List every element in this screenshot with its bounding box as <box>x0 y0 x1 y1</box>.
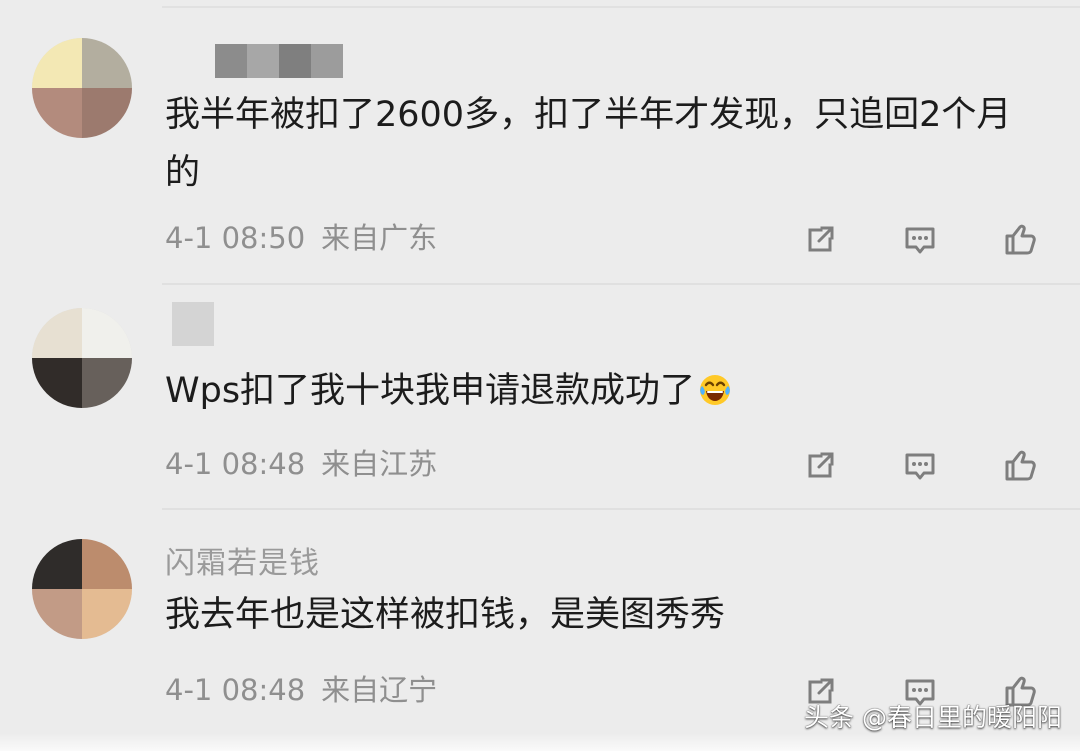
comment-time: 4-1 08:50 <box>165 221 306 255</box>
share-button[interactable] <box>798 444 842 488</box>
comment-text: Wps扣了我十块我申请退款成功了 <box>165 362 1040 420</box>
comment-icon <box>905 453 935 480</box>
masked-username <box>215 44 343 78</box>
comment-divider <box>162 283 1080 285</box>
like-button[interactable] <box>998 444 1042 488</box>
comment-button[interactable] <box>898 444 942 488</box>
thumb-up-icon <box>1005 450 1036 481</box>
laughing-crying-emoji <box>697 372 733 408</box>
comment-avatar[interactable] <box>32 308 132 408</box>
avatar-pixel-tile <box>82 88 132 138</box>
avatar-pixel-tile <box>82 38 132 88</box>
comment-time: 4-1 08:48 <box>165 447 306 481</box>
avatar-pixel-tile <box>82 358 132 408</box>
comment-meta: 4-1 08:48 来自辽宁 <box>165 673 437 707</box>
comment-item-1: 我半年被扣了2600多，扣了半年才发现，只追回2个月的 4-1 08:50 来自广… <box>0 0 1080 290</box>
comment-avatar[interactable] <box>32 38 132 138</box>
share-icon <box>808 452 834 478</box>
comment-location: 来自辽宁 <box>321 673 438 707</box>
comment-text: 我半年被扣了2600多，扣了半年才发现，只追回2个月的 <box>165 95 1012 193</box>
share-icon <box>808 226 834 252</box>
share-button[interactable] <box>798 218 842 262</box>
avatar-pixel-tile <box>32 589 82 639</box>
comment-icon <box>905 227 935 254</box>
comment-meta: 4-1 08:50 来自广东 <box>165 221 437 255</box>
comment-text-content: Wps扣了我十块我申请退款成功了 <box>165 371 696 411</box>
comment-location: 来自广东 <box>321 221 438 255</box>
comment-time: 4-1 08:48 <box>165 673 306 707</box>
like-button[interactable] <box>998 218 1042 262</box>
comment-avatar[interactable] <box>32 539 132 639</box>
avatar-pixel-tile <box>32 308 82 358</box>
thumb-up-icon <box>1005 224 1036 255</box>
comment-meta: 4-1 08:48 来自江苏 <box>165 447 437 481</box>
avatar-pixel-tile <box>82 308 132 358</box>
avatar-pixel-tile <box>82 589 132 639</box>
masked-username <box>172 302 214 346</box>
avatar-pixel-tile <box>82 539 132 589</box>
comment-item-2: Wps扣了我十块我申请退款成功了 4-1 08:48 来自江苏 <box>0 286 1080 506</box>
comment-button[interactable] <box>898 218 942 262</box>
comment-username: 闪霜若是钱 <box>165 546 320 581</box>
comment-text: 我去年也是这样被扣钱，是美图秀秀 <box>165 595 726 635</box>
avatar-pixel-tile <box>32 358 82 408</box>
avatar-pixel-tile <box>32 539 82 589</box>
avatar-pixel-tile <box>32 38 82 88</box>
comment-location: 来自江苏 <box>321 447 438 481</box>
watermark: 头条 @春日里的暖阳阳 <box>804 703 1062 732</box>
avatar-pixel-tile <box>32 88 82 138</box>
bottom-fade <box>0 733 1080 751</box>
comment-divider <box>162 508 1080 510</box>
